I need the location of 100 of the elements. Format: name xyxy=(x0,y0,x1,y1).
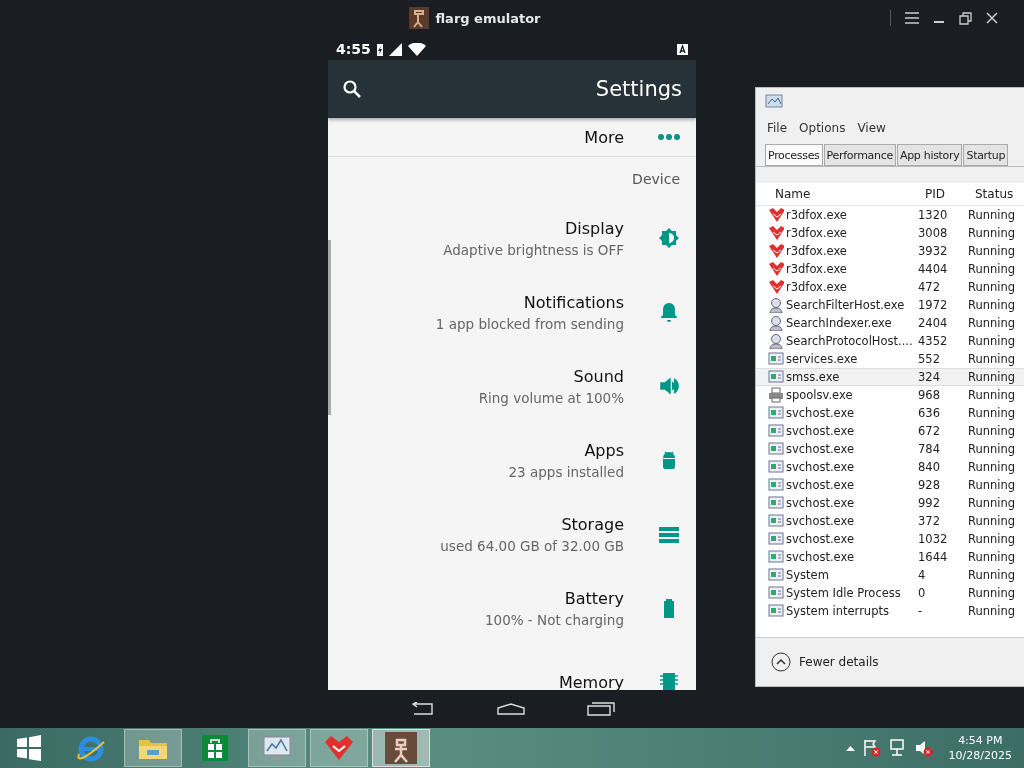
process-status: Running xyxy=(968,424,1017,438)
settings-item[interactable]: Memory xyxy=(328,645,696,690)
process-row[interactable]: svchost.exe 636 Running xyxy=(756,404,1024,422)
column-header[interactable]: Name xyxy=(775,187,925,201)
process-row[interactable]: svchost.exe 840 Running xyxy=(756,458,1024,476)
process-status: Running xyxy=(968,280,1017,294)
process-row[interactable]: svchost.exe 1032 Running xyxy=(756,530,1024,548)
home-icon[interactable] xyxy=(497,703,525,715)
item-subtitle: Adaptive brightness is OFF xyxy=(443,241,624,258)
process-pid: 672 xyxy=(918,424,941,438)
process-pid: 968 xyxy=(918,388,941,402)
process-row[interactable]: r3dfox.exe 3008 Running xyxy=(756,224,1024,242)
fox-icon[interactable] xyxy=(324,735,354,761)
column-header[interactable]: PID xyxy=(925,187,975,201)
process-row[interactable]: smss.exe 324 Running xyxy=(756,368,1024,386)
process-name: svchost.exe xyxy=(786,442,855,456)
speaker-icon xyxy=(658,375,680,397)
process-pid: 3932 xyxy=(918,244,949,258)
close-icon[interactable] xyxy=(986,12,998,24)
process-pid: 472 xyxy=(918,280,941,294)
tab[interactable]: App history xyxy=(896,144,963,166)
windows-start-icon[interactable] xyxy=(16,735,42,761)
process-name: r3dfox.exe xyxy=(786,262,848,276)
clock-time[interactable]: 4:54 PM xyxy=(958,734,1003,747)
item-subtitle: 23 apps installed xyxy=(508,463,624,480)
process-row[interactable]: svchost.exe 372 Running xyxy=(756,512,1024,530)
app-logo-icon[interactable] xyxy=(385,732,417,764)
fox-icon xyxy=(768,207,784,223)
recents-icon[interactable] xyxy=(587,702,615,716)
settings-item[interactable]: More xyxy=(328,118,696,157)
process-row[interactable]: System Idle Process 0 Running xyxy=(756,584,1024,602)
process-row[interactable]: System 4 Running xyxy=(756,566,1024,584)
settings-item[interactable]: Storage used 64.00 GB of 32.00 GB xyxy=(328,497,696,571)
process-row[interactable]: r3dfox.exe 3932 Running xyxy=(756,242,1024,260)
show-hidden-icons-icon[interactable] xyxy=(845,745,855,751)
settings-item[interactable]: Sound Ring volume at 100% xyxy=(328,349,696,423)
process-row[interactable]: svchost.exe 784 Running xyxy=(756,440,1024,458)
service-window-icon xyxy=(768,585,784,601)
process-row[interactable]: r3dfox.exe 1320 Running xyxy=(756,206,1024,224)
item-subtitle: used 64.00 GB of 32.00 GB xyxy=(440,537,624,554)
item-title: Storage xyxy=(561,514,624,534)
process-row[interactable]: r3dfox.exe 4404 Running xyxy=(756,260,1024,278)
process-pid: 1972 xyxy=(918,298,949,312)
process-name: r3dfox.exe xyxy=(786,280,848,294)
tab[interactable]: Startup xyxy=(963,144,1009,166)
settings-item[interactable]: Apps 23 apps installed xyxy=(328,423,696,497)
tab[interactable]: Processes xyxy=(765,144,823,166)
clock-date[interactable]: 10/28/2025 xyxy=(948,749,1012,762)
process-row[interactable]: spoolsv.exe 968 Running xyxy=(756,386,1024,404)
section-header: Device xyxy=(632,171,680,187)
process-name: System interrupts xyxy=(786,604,890,618)
process-pid: 840 xyxy=(918,460,941,474)
process-status: Running xyxy=(968,352,1017,366)
process-row[interactable]: System interrupts - Running xyxy=(756,602,1024,620)
monitor-chart-icon[interactable] xyxy=(262,735,292,761)
process-status: Running xyxy=(968,316,1017,330)
process-status: Running xyxy=(968,244,1017,258)
process-row[interactable]: SearchProtocolHost.... 4352 Running xyxy=(756,332,1024,350)
settings-item[interactable]: Display Adaptive brightness is OFF xyxy=(328,201,696,275)
flag-alert-icon[interactable] xyxy=(862,739,881,757)
process-row[interactable]: svchost.exe 992 Running xyxy=(756,494,1024,512)
browser-e-icon[interactable] xyxy=(76,734,106,762)
back-icon[interactable] xyxy=(409,702,435,716)
process-status: Running xyxy=(968,478,1017,492)
item-title: Notifications xyxy=(523,292,624,312)
process-pid: 1032 xyxy=(918,532,949,546)
menu-item[interactable]: File xyxy=(767,121,788,135)
app-bar-title: Settings xyxy=(594,77,682,101)
menu-item[interactable]: View xyxy=(857,121,886,135)
process-name: svchost.exe xyxy=(786,532,855,546)
process-status: Running xyxy=(968,568,1017,582)
process-row[interactable]: services.exe 552 Running xyxy=(756,350,1024,368)
process-name: smss.exe xyxy=(786,370,841,384)
process-row[interactable]: SearchFilterHost.exe 1972 Running xyxy=(756,296,1024,314)
menu-icon[interactable] xyxy=(905,12,919,24)
process-status: Running xyxy=(968,460,1017,474)
cell-signal-icon xyxy=(388,42,403,56)
network-icon[interactable] xyxy=(888,739,907,757)
process-status: Running xyxy=(968,532,1017,546)
fewer-details-button[interactable]: Fewer details xyxy=(771,652,879,672)
item-title: Memory xyxy=(558,672,624,690)
app-logo-icon xyxy=(409,7,430,29)
restore-icon[interactable] xyxy=(959,11,972,25)
menu-item[interactable]: Options xyxy=(799,121,846,135)
process-row[interactable]: svchost.exe 1644 Running xyxy=(756,548,1024,566)
settings-item[interactable]: Notifications 1 app blocked from sending xyxy=(328,275,696,349)
column-header[interactable]: Status xyxy=(975,187,1024,201)
process-row[interactable]: r3dfox.exe 472 Running xyxy=(756,278,1024,296)
search-icon[interactable] xyxy=(342,79,362,99)
process-row[interactable]: svchost.exe 928 Running xyxy=(756,476,1024,494)
process-row[interactable]: SearchIndexer.exe 2404 Running xyxy=(756,314,1024,332)
store-bag-icon[interactable] xyxy=(202,735,228,761)
process-row[interactable]: svchost.exe 672 Running xyxy=(756,422,1024,440)
settings-item[interactable]: Battery 100% - Not charging xyxy=(328,571,696,645)
process-status: Running xyxy=(968,604,1017,618)
speaker-muted-icon[interactable] xyxy=(914,739,933,757)
search-person-icon xyxy=(768,297,784,313)
tab[interactable]: Performance xyxy=(823,144,896,166)
process-name: services.exe xyxy=(786,352,859,366)
process-pid: 4404 xyxy=(918,262,949,276)
